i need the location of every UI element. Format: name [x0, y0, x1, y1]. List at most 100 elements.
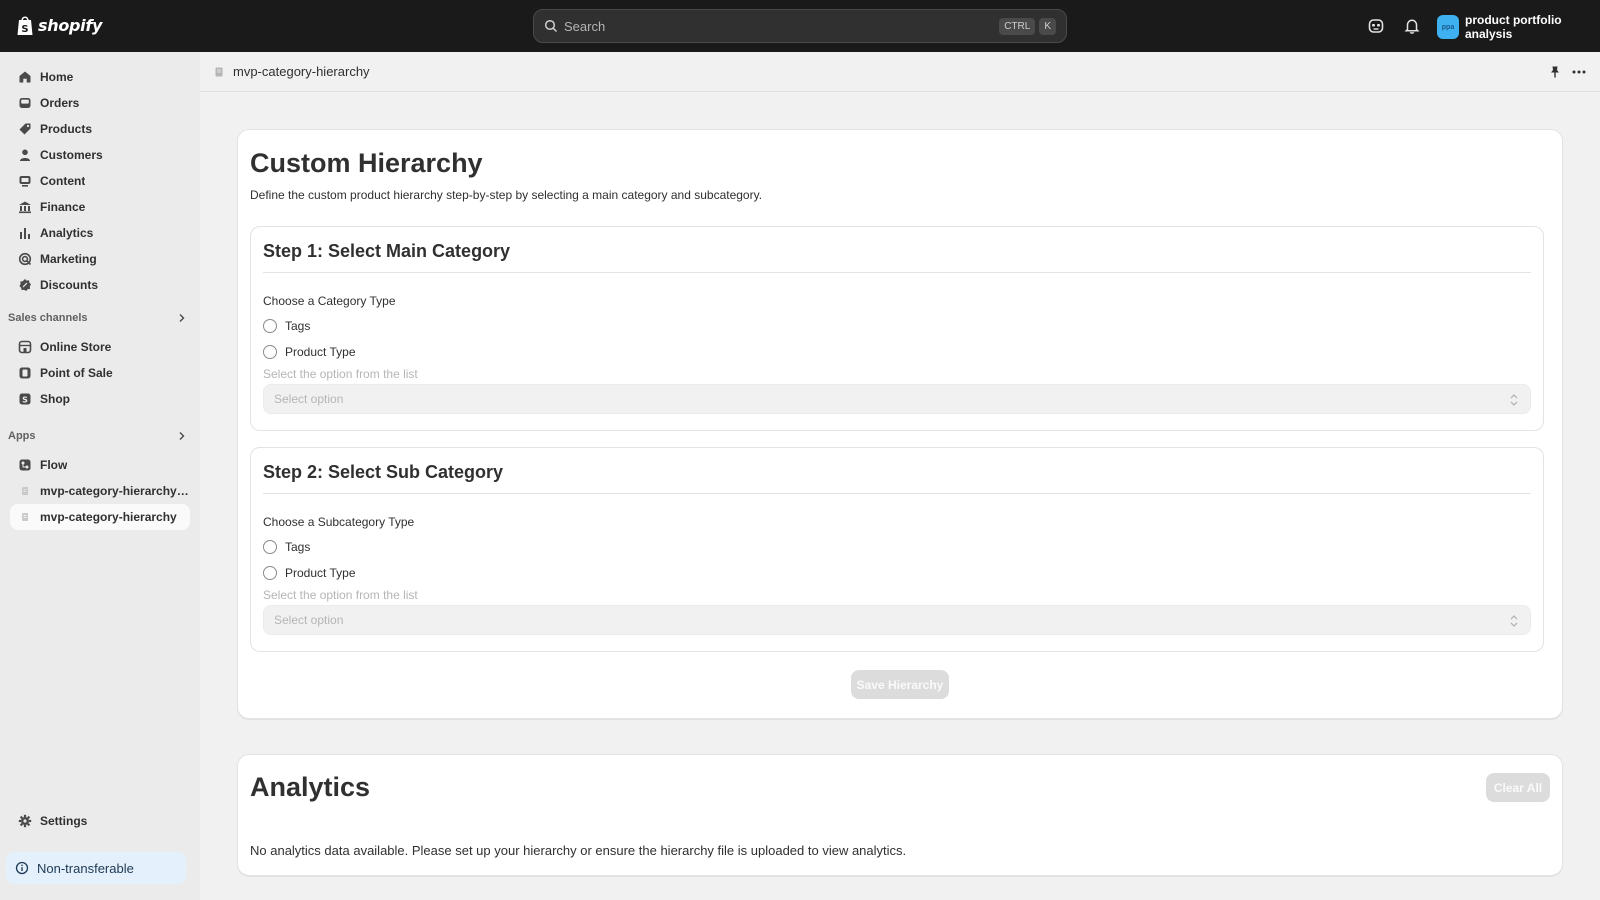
step2-choose-label: Choose a Subcategory Type — [263, 515, 415, 529]
more-actions-icon[interactable] — [1570, 63, 1588, 81]
search-icon — [544, 19, 558, 33]
svg-text:S: S — [21, 24, 28, 35]
analytics-card: Analytics Clear All No analytics data av… — [237, 754, 1563, 876]
save-hierarchy-button[interactable]: Save Hierarchy — [851, 670, 949, 699]
divider — [263, 493, 1531, 494]
main-content: mvp-category-hierarchy Custom Hierarchy … — [200, 52, 1600, 900]
info-icon — [15, 861, 29, 875]
sidebar-item-shop[interactable]: S Shop — [10, 386, 190, 412]
apps-header[interactable]: Apps — [8, 430, 188, 442]
sales-channels-label: Sales channels — [8, 312, 88, 324]
non-transferable-label: Non-transferable — [37, 860, 134, 876]
analytics-title: Analytics — [250, 772, 371, 802]
sidebar-item-mvp-category-hierarchy[interactable]: mvp-category-hierarchy — [10, 504, 190, 530]
sidebar-item-orders[interactable]: Orders — [10, 90, 190, 116]
analytics-empty-message: No analytics data available. Please set … — [250, 843, 907, 858]
apps-label: Apps — [8, 430, 36, 442]
sidebar-item-label: Orders — [40, 96, 80, 110]
radio-button[interactable] — [263, 540, 277, 554]
step2-radio-tags[interactable]: Tags — [263, 540, 310, 554]
target-icon — [18, 252, 32, 266]
radio-button[interactable] — [263, 345, 277, 359]
sidebar-item-label: Content — [40, 174, 86, 188]
pin-icon[interactable] — [1548, 65, 1562, 79]
sidebar-item-products[interactable]: Products — [10, 116, 190, 142]
chevron-up-down-icon — [1510, 615, 1518, 627]
sidebar-item-content[interactable]: Content — [10, 168, 190, 194]
sidebar-item-label: Point of Sale — [40, 366, 113, 380]
step1-select[interactable]: Select option — [263, 384, 1531, 414]
shortcut-k: K — [1039, 17, 1056, 35]
sales-channels-header[interactable]: Sales channels — [8, 312, 188, 324]
brand-wordmark: shopify — [38, 15, 103, 35]
person-icon — [20, 149, 30, 161]
image-icon — [19, 176, 31, 187]
custom-hierarchy-title: Custom Hierarchy — [250, 148, 483, 178]
sidebar-item-label: Finance — [40, 200, 86, 214]
step1-card: Step 1: Select Main Category Choose a Ca… — [250, 226, 1544, 431]
sidebar: Home Orders Products Customers Content F… — [0, 52, 200, 900]
sidebar-item-settings[interactable]: Settings — [10, 808, 190, 834]
sidebar-item-label: Customers — [40, 148, 103, 162]
home-icon — [19, 71, 31, 83]
step2-title: Step 2: Select Sub Category — [263, 462, 504, 482]
store-icon — [18, 340, 32, 354]
sidebar-item-flow[interactable]: Flow — [10, 452, 190, 478]
page-header: mvp-category-hierarchy — [200, 52, 1600, 92]
radio-button[interactable] — [263, 319, 277, 333]
flow-icon — [19, 459, 31, 471]
divider — [263, 272, 1531, 273]
clear-all-button[interactable]: Clear All — [1486, 773, 1550, 802]
step2-hint: Select the option from the list — [263, 588, 418, 602]
gear-icon — [18, 814, 32, 828]
sidebar-item-finance[interactable]: Finance — [10, 194, 190, 220]
custom-hierarchy-description: Define the custom product hierarchy step… — [250, 188, 763, 202]
sidebar-item-label: Home — [40, 70, 74, 84]
step2-radio-product-type[interactable]: Product Type — [263, 566, 356, 580]
sidebar-item-label: Discounts — [40, 278, 99, 292]
step1-title: Step 1: Select Main Category — [263, 241, 511, 261]
account-name: product portfolio analysis — [1464, 13, 1562, 41]
account-menu[interactable]: ppa product portfolio analysis — [1437, 13, 1600, 41]
radio-label: Tags — [285, 540, 311, 554]
discount-icon — [19, 279, 31, 291]
svg-text:S: S — [22, 396, 28, 405]
sidebar-item-label: Products — [40, 122, 93, 136]
shopify-logo[interactable]: S shopify — [16, 14, 102, 36]
bank-icon — [19, 201, 31, 214]
chevron-right-icon — [179, 432, 185, 440]
sidebar-item-discounts[interactable]: Discounts — [10, 272, 190, 298]
select-placeholder: Select option — [274, 392, 344, 406]
sidebar-item-label: Analytics — [40, 226, 94, 240]
select-placeholder: Select option — [274, 613, 344, 627]
step1-radio-product-type[interactable]: Product Type — [263, 345, 356, 359]
chevron-up-down-icon — [1510, 394, 1518, 406]
search-bar[interactable]: CTRL K — [533, 9, 1067, 43]
step2-select[interactable]: Select option — [263, 605, 1531, 635]
sidebar-item-point-of-sale[interactable]: Point of Sale — [10, 360, 190, 386]
sidebar-item-mvp-category-hierarchy-l[interactable]: mvp-category-hierarchy-l... — [10, 478, 190, 504]
radio-button[interactable] — [263, 566, 277, 580]
sidebar-item-label: Shop — [40, 392, 70, 406]
sidekick-button[interactable] — [1366, 16, 1386, 36]
sidebar-item-label: Settings — [40, 814, 88, 828]
search-input[interactable] — [564, 18, 996, 34]
sidebar-item-label: mvp-category-hierarchy-l... — [40, 484, 190, 498]
non-transferable-badge[interactable]: Non-transferable — [6, 852, 186, 884]
sidebar-item-home[interactable]: Home — [10, 64, 190, 90]
sidebar-item-online-store[interactable]: Online Store — [10, 334, 190, 360]
page-title: mvp-category-hierarchy — [233, 64, 370, 79]
notifications-button[interactable] — [1402, 16, 1422, 36]
step2-card: Step 2: Select Sub Category Choose a Sub… — [250, 447, 1544, 652]
sidebar-item-customers[interactable]: Customers — [10, 142, 190, 168]
pos-icon — [19, 367, 31, 379]
inbox-icon — [19, 98, 31, 108]
step1-radio-tags[interactable]: Tags — [263, 319, 310, 333]
bell-icon — [1404, 19, 1420, 34]
sidebar-item-label: Flow — [40, 458, 68, 472]
sidebar-item-marketing[interactable]: Marketing — [10, 246, 190, 272]
shortcut-ctrl: CTRL — [999, 17, 1036, 35]
sidebar-item-analytics[interactable]: Analytics — [10, 220, 190, 246]
app-icon — [215, 67, 223, 77]
chevron-right-icon — [179, 314, 185, 322]
